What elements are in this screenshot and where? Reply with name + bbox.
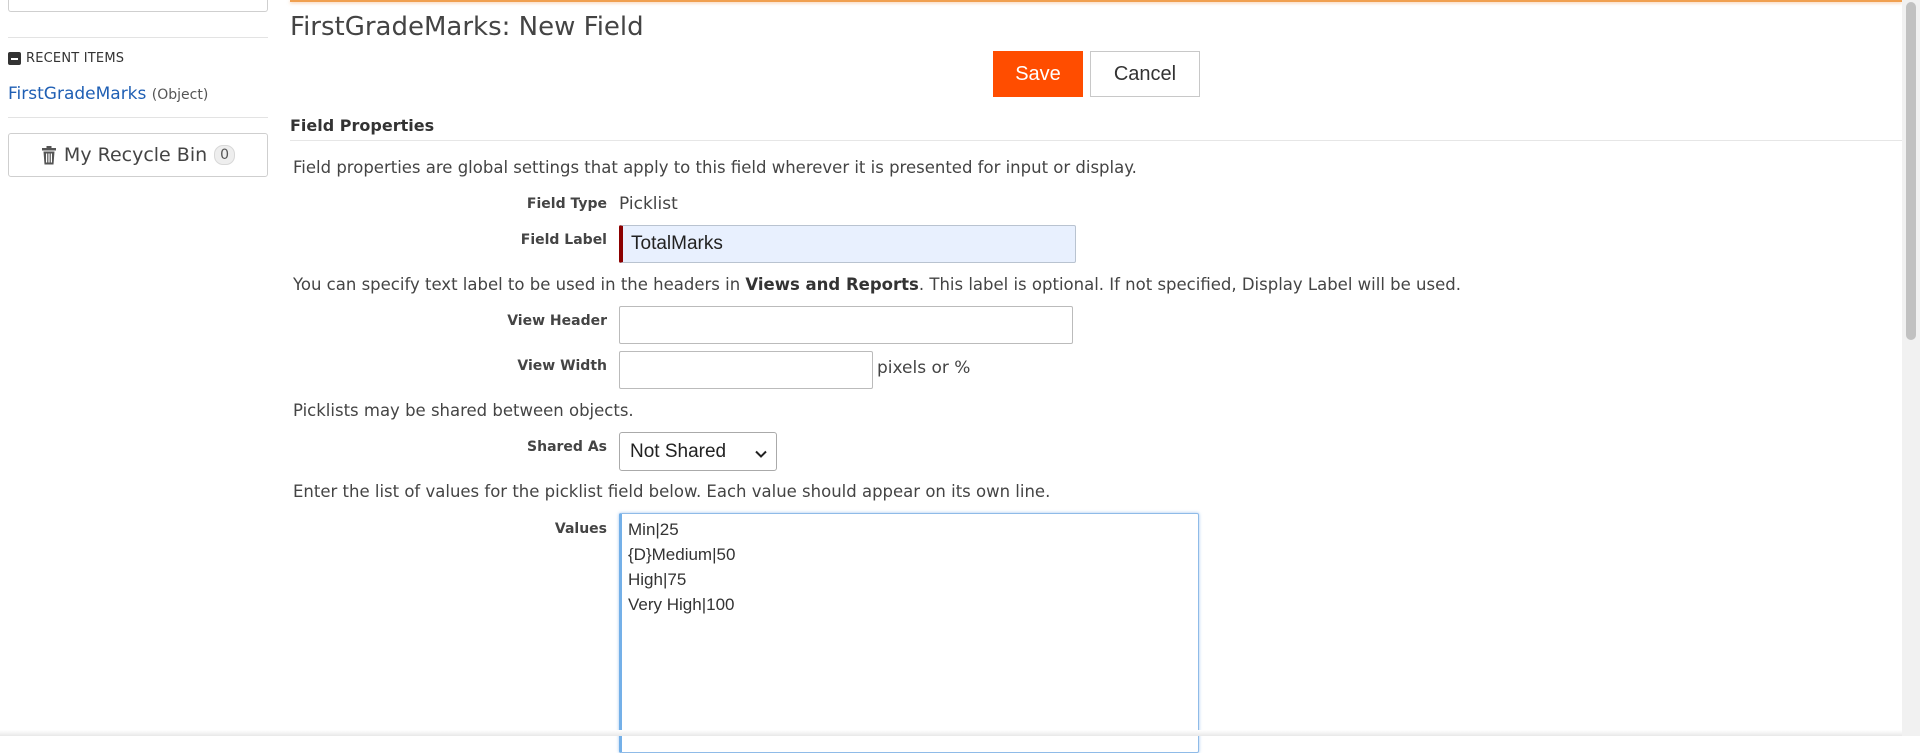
recycle-bin-label: My Recycle Bin (63, 144, 208, 166)
chevron-down-icon (754, 445, 768, 467)
field-label-label: Field Label (520, 232, 607, 248)
recent-items-header[interactable]: RECENT ITEMS (8, 50, 124, 66)
view-width-unit: pixels or % (877, 358, 971, 378)
bottom-edge (0, 730, 1902, 736)
view-note-bold: Views and Reports (745, 275, 919, 294)
view-header-label: View Header (507, 313, 607, 329)
view-width-input[interactable] (619, 351, 873, 389)
shared-as-label: Shared As (527, 439, 607, 455)
recycle-bin-count: 0 (214, 145, 236, 165)
recent-item-type: (Object) (151, 87, 209, 103)
field-type-label: Field Type (526, 196, 607, 212)
sidebar-divider (8, 117, 268, 118)
values-label: Values (554, 521, 607, 537)
view-width-label: View Width (517, 358, 607, 374)
section-divider (290, 140, 1902, 141)
sidebar: RECENT ITEMS FirstGradeMarks (Object) My… (0, 0, 275, 736)
sidebar-search-box (8, 0, 268, 12)
scrollbar-thumb[interactable] (1906, 2, 1916, 340)
view-header-input[interactable] (619, 306, 1073, 344)
save-button[interactable]: Save (993, 51, 1083, 97)
values-note: Enter the list of values for the picklis… (293, 482, 1051, 501)
sidebar-divider (8, 37, 268, 38)
shared-as-select[interactable]: Not Shared (619, 432, 777, 471)
field-label-input[interactable] (619, 225, 1076, 263)
recent-items-title: RECENT ITEMS (26, 50, 125, 66)
section-title: Field Properties (290, 116, 435, 135)
view-note-text: You can specify text label to be used in… (293, 275, 746, 294)
top-accent-bar (290, 0, 1902, 2)
page-title: FirstGradeMarks: New Field (290, 12, 644, 42)
view-header-note: You can specify text label to be used in… (293, 275, 1461, 294)
values-textarea[interactable]: Min|25 {D}Medium|50 High|75 Very High|10… (619, 513, 1199, 753)
scrollbar[interactable] (1902, 0, 1920, 736)
shared-as-value: Not Shared (630, 440, 727, 462)
field-properties-intro: Field properties are global settings tha… (293, 158, 1137, 177)
shared-note: Picklists may be shared between objects. (293, 401, 634, 420)
minus-square-icon[interactable] (8, 51, 21, 65)
recent-item-link[interactable]: FirstGradeMarks (8, 84, 146, 104)
field-type-value: Picklist (619, 194, 678, 214)
view-note-text-end: . This label is optional. If not specifi… (918, 275, 1461, 294)
recent-item: FirstGradeMarks (Object) (8, 84, 208, 104)
cancel-button[interactable]: Cancel (1090, 51, 1200, 97)
recycle-bin-button[interactable]: My Recycle Bin 0 (8, 133, 268, 177)
trash-icon (41, 145, 57, 165)
